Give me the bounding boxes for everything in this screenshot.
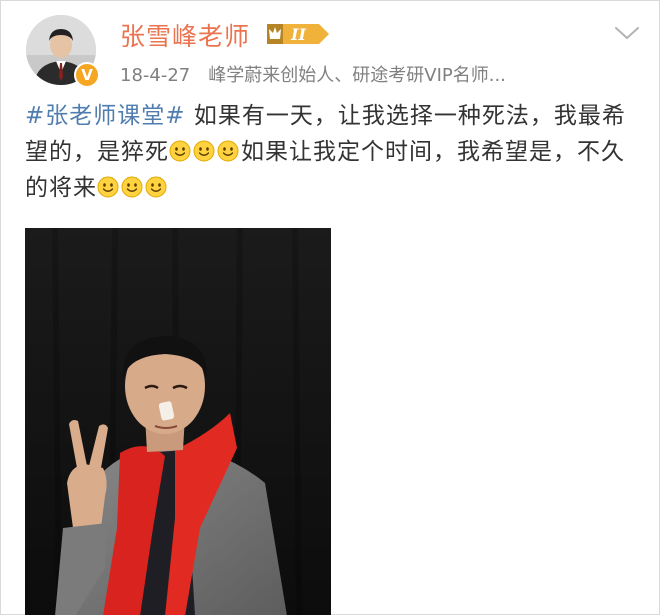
post-photo[interactable]: [25, 228, 331, 615]
level-badge-text: II: [290, 25, 306, 44]
smile-emoji-icon: [169, 140, 191, 162]
post-date[interactable]: 18-4-27: [120, 65, 190, 86]
verified-badge-icon: V: [74, 62, 100, 88]
chevron-down-icon[interactable]: [613, 23, 641, 43]
smile-emoji-icon: [97, 176, 119, 198]
post-meta: 18-4-27 峰学蔚来创始人、研途考研VIP名师...: [120, 61, 506, 87]
smile-emoji-icon: [193, 140, 215, 162]
user-name[interactable]: 张雪峰老师: [120, 17, 250, 53]
smile-emoji-icon: [121, 176, 143, 198]
weibo-post-card: V 张雪峰老师 II 18-4-27 峰学蔚来创始人、研途考研VIP名师... #…: [0, 0, 660, 615]
topic-link[interactable]: #张老师课堂#: [25, 103, 186, 129]
level-crown-badge-icon: II: [263, 21, 333, 47]
smile-emoji-icon: [145, 176, 167, 198]
smile-emoji-icon: [217, 140, 239, 162]
post-text: #张老师课堂# 如果有一天，让我选择一种死法，我最希望的，是猝死 如果让我定个时间…: [25, 98, 645, 206]
user-bio: 峰学蔚来创始人、研途考研VIP名师...: [208, 65, 506, 86]
